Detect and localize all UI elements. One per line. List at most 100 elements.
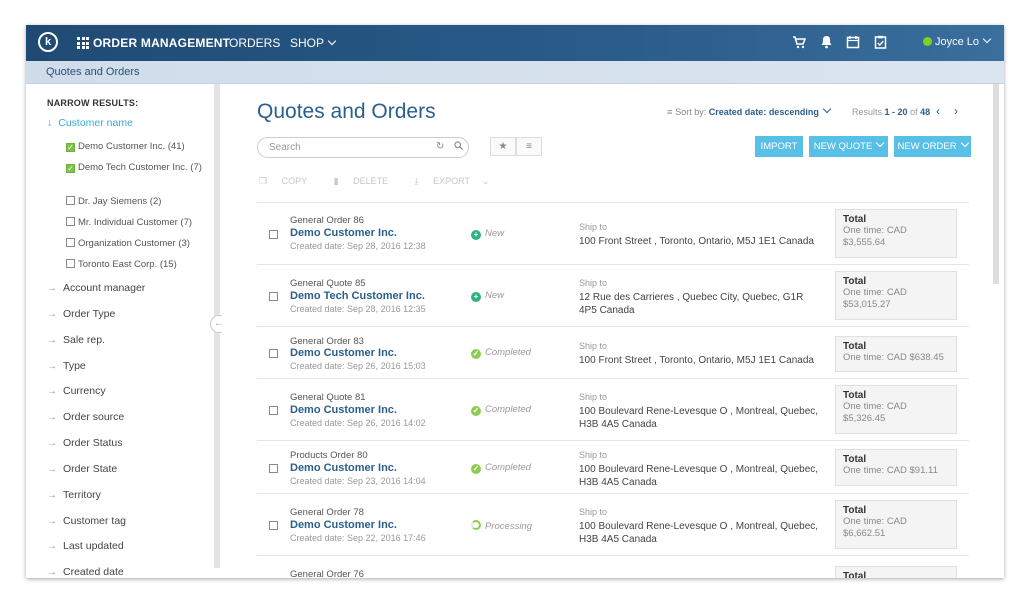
filter-territory[interactable]: → Territory (47, 489, 101, 501)
sort-dropdown[interactable]: ≡ Sort by: Created date: descending (667, 104, 832, 117)
filter-order-source[interactable]: → Order source (47, 411, 124, 423)
filter-customer-name[interactable]: ↓ Customer name (47, 117, 133, 129)
nav-orders[interactable]: ORDERS (229, 36, 280, 50)
app-title[interactable]: ORDER MANAGEMENT (93, 36, 230, 50)
row-checkbox[interactable] (269, 406, 278, 415)
chevron-down-icon (876, 138, 885, 148)
row-checkbox[interactable] (269, 230, 278, 239)
order-row[interactable]: General Quote 81 Demo Customer Inc. Crea… (257, 378, 969, 441)
order-row[interactable]: Products Order 80 Demo Customer Inc. Cre… (257, 440, 969, 494)
refresh-icon[interactable]: ↻ (436, 141, 444, 152)
order-name[interactable]: General Order 78 (290, 507, 364, 518)
arrow-right-icon: → (47, 490, 57, 501)
total-box: Total One time: CAD $6,662.51 (835, 500, 957, 549)
customer-option[interactable]: Dr. Jay Siemens (2) (66, 195, 216, 208)
export-button[interactable]: ⤓ EXPORT ⌄ (415, 176, 502, 186)
status-label: New (485, 290, 505, 301)
list-icon: ≡ (667, 107, 673, 117)
delete-button[interactable]: ▮ DELETE (334, 176, 400, 186)
list-view-button[interactable]: ≡ (516, 137, 542, 156)
next-page-button[interactable]: › (954, 104, 958, 118)
order-row[interactable]: General Order 76 Total (257, 555, 969, 578)
user-name: Joyce Lo (935, 36, 980, 48)
customer-option[interactable]: ✓ Demo Customer Inc. (41) (66, 141, 216, 153)
search-input[interactable] (267, 141, 431, 154)
status-badge: + New (471, 228, 504, 240)
filter-order-state[interactable]: → Order State (47, 463, 117, 475)
option-label: Demo Tech Customer Inc. (7) (78, 162, 202, 173)
customer-name[interactable]: Demo Customer Inc. (290, 519, 397, 531)
customer-option[interactable]: Mr. Individual Customer (7) (66, 216, 216, 229)
apps-grid-icon[interactable] (77, 37, 89, 49)
checkbox-icon[interactable] (66, 217, 75, 226)
customer-name[interactable]: Demo Tech Customer Inc. (290, 290, 425, 302)
filter-account-manager[interactable]: → Account manager (47, 282, 145, 294)
order-row[interactable]: General Order 78 Demo Customer Inc. Crea… (257, 493, 969, 556)
status-badge: ✓ Completed (471, 462, 531, 474)
customer-name[interactable]: Demo Customer Inc. (290, 462, 397, 474)
total-box: Total One time: CAD $53,015.27 (835, 271, 957, 320)
row-checkbox[interactable] (269, 464, 278, 473)
copy-button[interactable]: ❐ COPY (259, 176, 319, 186)
checkbox-icon[interactable] (66, 259, 75, 268)
filter-sale-rep[interactable]: → Sale rep. (47, 334, 105, 346)
new-order-button[interactable]: NEW ORDER (894, 136, 971, 157)
import-button[interactable]: IMPORT (755, 136, 803, 157)
filter-order-status[interactable]: → Order Status (47, 437, 123, 449)
calendar-icon[interactable] (846, 35, 860, 51)
status-badge: ✓ Completed (471, 404, 531, 416)
filter-label: Last updated (63, 540, 124, 552)
order-name[interactable]: General Order 86 (290, 215, 364, 226)
checkbox-checked-icon[interactable]: ✓ (66, 143, 75, 152)
row-checkbox[interactable] (269, 521, 278, 530)
main-content: Quotes and Orders ≡ Sort by: Created date… (222, 84, 1004, 578)
order-row[interactable]: General Order 83 Demo Customer Inc. Crea… (257, 326, 969, 379)
new-status-icon: + (471, 230, 481, 240)
nav-shop[interactable]: SHOP (290, 36, 337, 50)
clipboard-icon[interactable] (874, 35, 887, 51)
total-amount: One time: CAD $638.45 (843, 352, 944, 363)
row-checkbox[interactable] (269, 349, 278, 358)
main-scrollbar[interactable] (993, 84, 999, 284)
cart-icon[interactable] (792, 35, 807, 51)
checkbox-checked-icon[interactable]: ✓ (66, 164, 75, 173)
breadcrumb[interactable]: Quotes and Orders (46, 66, 140, 78)
customer-option[interactable]: Organization Customer (3) (66, 237, 216, 250)
customer-name[interactable]: Demo Customer Inc. (290, 404, 397, 416)
prev-page-button[interactable]: ‹ (936, 104, 940, 118)
search-icon[interactable] (454, 141, 463, 153)
check-status-icon: ✓ (471, 406, 481, 416)
order-name[interactable]: Products Order 80 (290, 450, 368, 461)
new-quote-button[interactable]: NEW QUOTE (809, 136, 888, 157)
favorites-button[interactable]: ★ (490, 137, 516, 156)
page-title: Quotes and Orders (257, 100, 436, 123)
chevron-down-icon (960, 138, 969, 148)
filter-created-date[interactable]: → Created date (47, 566, 124, 578)
order-row[interactable]: General Order 86 Demo Customer Inc. Crea… (257, 202, 969, 265)
order-name[interactable]: General Quote 85 (290, 278, 366, 289)
order-name[interactable]: General Order 83 (290, 336, 364, 347)
copy-icon: ❐ (259, 176, 268, 186)
customer-name[interactable]: Demo Customer Inc. (290, 227, 397, 239)
order-name[interactable]: General Quote 81 (290, 392, 366, 403)
customer-option[interactable]: Toronto East Corp. (15) (66, 258, 216, 271)
star-icon: ★ (498, 141, 508, 152)
option-label: Demo Customer Inc. (41) (78, 141, 185, 152)
order-row[interactable]: General Quote 85 Demo Tech Customer Inc.… (257, 264, 969, 327)
checkbox-icon[interactable] (66, 196, 75, 205)
order-name[interactable]: General Order 76 (290, 569, 364, 578)
customer-option[interactable]: ✓ Demo Tech Customer Inc. (7) (66, 162, 216, 174)
status-label: Completed (485, 347, 531, 358)
user-menu[interactable]: Joyce Lo (923, 34, 992, 48)
filter-last-updated[interactable]: → Last updated (47, 540, 124, 552)
filter-type[interactable]: → Type (47, 360, 86, 372)
status-label: Completed (485, 404, 531, 415)
bell-icon[interactable] (820, 35, 833, 51)
row-checkbox[interactable] (269, 292, 278, 301)
filter-customer-tag[interactable]: → Customer tag (47, 515, 126, 527)
customer-name[interactable]: Demo Customer Inc. (290, 347, 397, 359)
checkbox-icon[interactable] (66, 238, 75, 247)
filter-order-type[interactable]: → Order Type (47, 308, 115, 320)
logo-icon[interactable]: k (38, 32, 58, 52)
filter-currency[interactable]: → Currency (47, 385, 106, 397)
